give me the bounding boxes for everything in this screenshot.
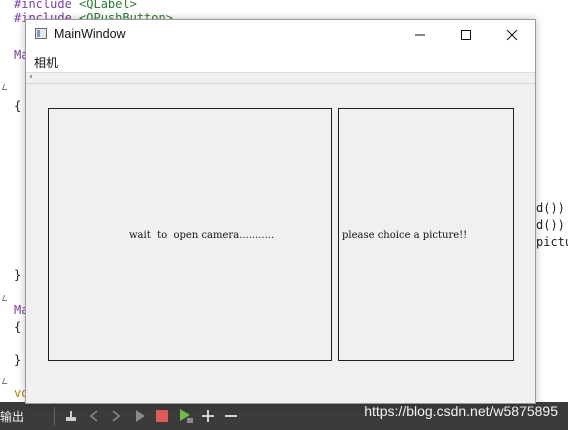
code-fragment: pictu (536, 235, 568, 249)
fold-marker-icon[interactable] (1, 295, 10, 301)
forward-arrow-icon[interactable] (107, 407, 125, 425)
build-broom-icon[interactable] (62, 407, 80, 425)
code-fragment: } (14, 353, 22, 367)
code-fragment: { (14, 99, 22, 113)
camera-placeholder-text: wait to open camera........... (129, 230, 275, 241)
main-window: MainWindow 相机 wait to open camera.......… (25, 19, 536, 408)
resize-grip-icon[interactable] (525, 393, 533, 408)
maximize-icon (461, 30, 471, 40)
back-arrow-icon[interactable] (85, 407, 103, 425)
minimize-button[interactable] (397, 20, 443, 50)
toolbar-separator (54, 407, 55, 425)
title-bar[interactable]: MainWindow (26, 20, 535, 50)
camera-view-label: wait to open camera........... (48, 108, 332, 361)
add-icon[interactable] (199, 407, 217, 425)
stop-icon[interactable] (153, 407, 171, 425)
close-icon (506, 29, 518, 41)
menu-bar: 相机 (26, 50, 535, 73)
fold-marker-icon[interactable] (1, 378, 10, 384)
fold-marker-icon[interactable] (1, 84, 10, 90)
code-fragment: { (14, 320, 22, 334)
code-fragment: d()) (536, 218, 565, 232)
output-pane-label[interactable]: 输出 (0, 408, 24, 425)
app-window-icon (35, 28, 47, 39)
code-fragment: } (14, 268, 22, 282)
toolbar-grip-icon[interactable] (30, 75, 32, 78)
maximize-button[interactable] (443, 20, 489, 50)
menu-camera[interactable]: 相机 (32, 54, 60, 71)
code-line-include-qlabel: #include <QLabel> (14, 0, 137, 11)
code-fragment: d()) (536, 201, 565, 215)
minimize-icon (415, 34, 425, 36)
picture-placeholder-text: please choice a picture!! (342, 230, 468, 241)
window-title: MainWindow (54, 27, 126, 41)
close-button[interactable] (489, 20, 535, 50)
picture-view-label: please choice a picture!! (338, 108, 514, 361)
remove-icon[interactable] (222, 407, 240, 425)
run-icon[interactable] (131, 407, 149, 425)
debug-run-icon[interactable] (177, 407, 195, 425)
toolbar-area (26, 73, 535, 84)
